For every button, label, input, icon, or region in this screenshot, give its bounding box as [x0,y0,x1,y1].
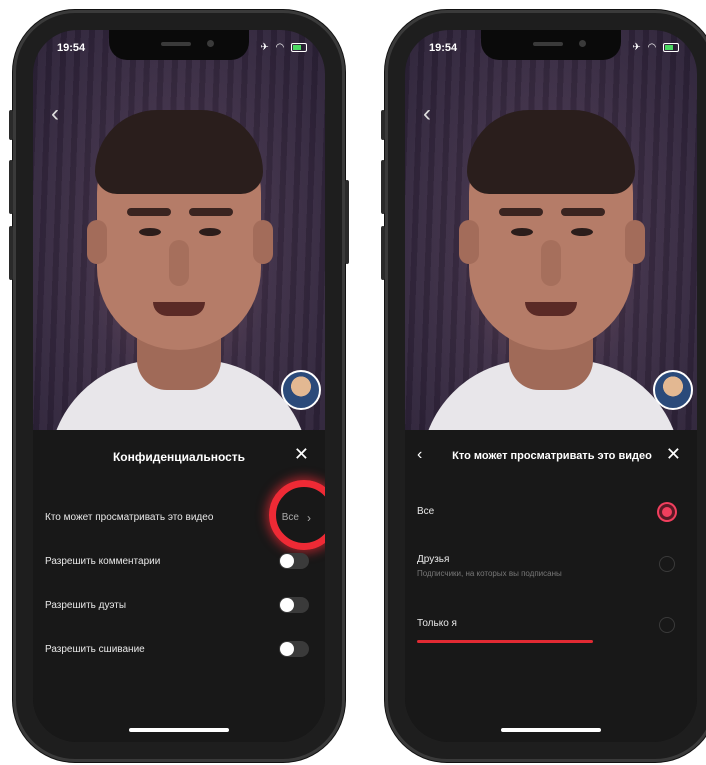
notch [481,30,621,60]
sheet-title: Конфиденциальность [112,450,246,464]
chevron-left-icon[interactable]: ‹ [417,446,422,464]
status-icons: ✈ ◠ [260,42,307,53]
volume-up-button [9,160,13,214]
home-indicator[interactable] [501,728,601,732]
row-label: Разрешить сшивание [45,644,145,655]
mute-switch [381,110,385,140]
screen-right: 19:54 ✈ ◠ ‹ ‹ Кто может просматривать эт… [405,30,697,742]
radio-selected[interactable] [659,504,675,520]
comments-toggle[interactable] [279,553,309,569]
row-label: Кто может просматривать это видео [45,512,214,523]
status-time: 19:54 [57,42,86,54]
person-image [421,90,681,430]
close-icon[interactable]: ✕ [294,444,309,465]
row-allow-comments: Разрешить комментарии [45,553,313,569]
row-label: Разрешить комментарии [45,556,161,567]
avatar[interactable] [281,370,321,410]
airplane-icon: ✈ [260,42,271,53]
stitch-toggle[interactable] [279,641,309,657]
battery-icon [291,42,307,52]
highlight-underline [417,640,593,643]
volume-down-button [381,226,385,280]
home-indicator[interactable] [129,728,229,732]
video-preview [405,30,697,430]
option-friends[interactable]: Друзья Подписчики, на которых вы подписа… [417,554,685,578]
option-sublabel: Подписчики, на которых вы подписаны [417,569,562,578]
back-arrow-icon[interactable]: ‹ [423,100,431,128]
notch [109,30,249,60]
option-only-me[interactable]: Только я [417,617,685,633]
option-everyone[interactable]: Все [417,504,685,520]
privacy-sheet: Конфиденциальность ✕ Кто может просматри… [33,430,325,742]
person-image [49,90,309,430]
battery-icon [663,42,679,52]
sheet-title: Кто может просматривать это видео [452,450,652,462]
duets-toggle[interactable] [279,597,309,613]
status-icons: ✈ ◠ [632,42,679,53]
option-label: Только я [417,618,457,629]
airplane-icon: ✈ [632,42,643,53]
row-allow-stitch: Разрешить сшивание [45,641,313,657]
avatar[interactable] [653,370,693,410]
power-button [345,180,349,264]
option-label: Все [417,506,435,517]
row-who-can-view[interactable]: Кто может просматривать это видео Все › [45,480,325,550]
row-label: Разрешить дуэты [45,600,127,611]
highlight-ring [269,480,325,550]
back-arrow-icon[interactable]: ‹ [51,100,59,128]
mute-switch [9,110,13,140]
wifi-icon: ◠ [275,42,287,53]
phone-right: 19:54 ✈ ◠ ‹ ‹ Кто может просматривать эт… [381,10,706,762]
screen-left: 19:54 ✈ ◠ ‹ Конфиденциальность ✕ Кто мож… [33,30,325,742]
row-allow-duets: Разрешить дуэты [45,597,313,613]
status-time: 19:54 [429,42,458,54]
radio-unselected[interactable] [659,617,675,633]
phone-left: 19:54 ✈ ◠ ‹ Конфиденциальность ✕ Кто мож… [9,10,349,762]
option-label: Друзья [417,554,450,565]
who-can-view-sheet: ‹ Кто может просматривать это видео ✕ Вс… [405,430,697,742]
radio-unselected[interactable] [659,556,675,572]
close-icon[interactable]: ✕ [666,444,681,465]
video-preview [33,30,325,430]
volume-up-button [381,160,385,214]
volume-down-button [9,226,13,280]
wifi-icon: ◠ [647,42,659,53]
